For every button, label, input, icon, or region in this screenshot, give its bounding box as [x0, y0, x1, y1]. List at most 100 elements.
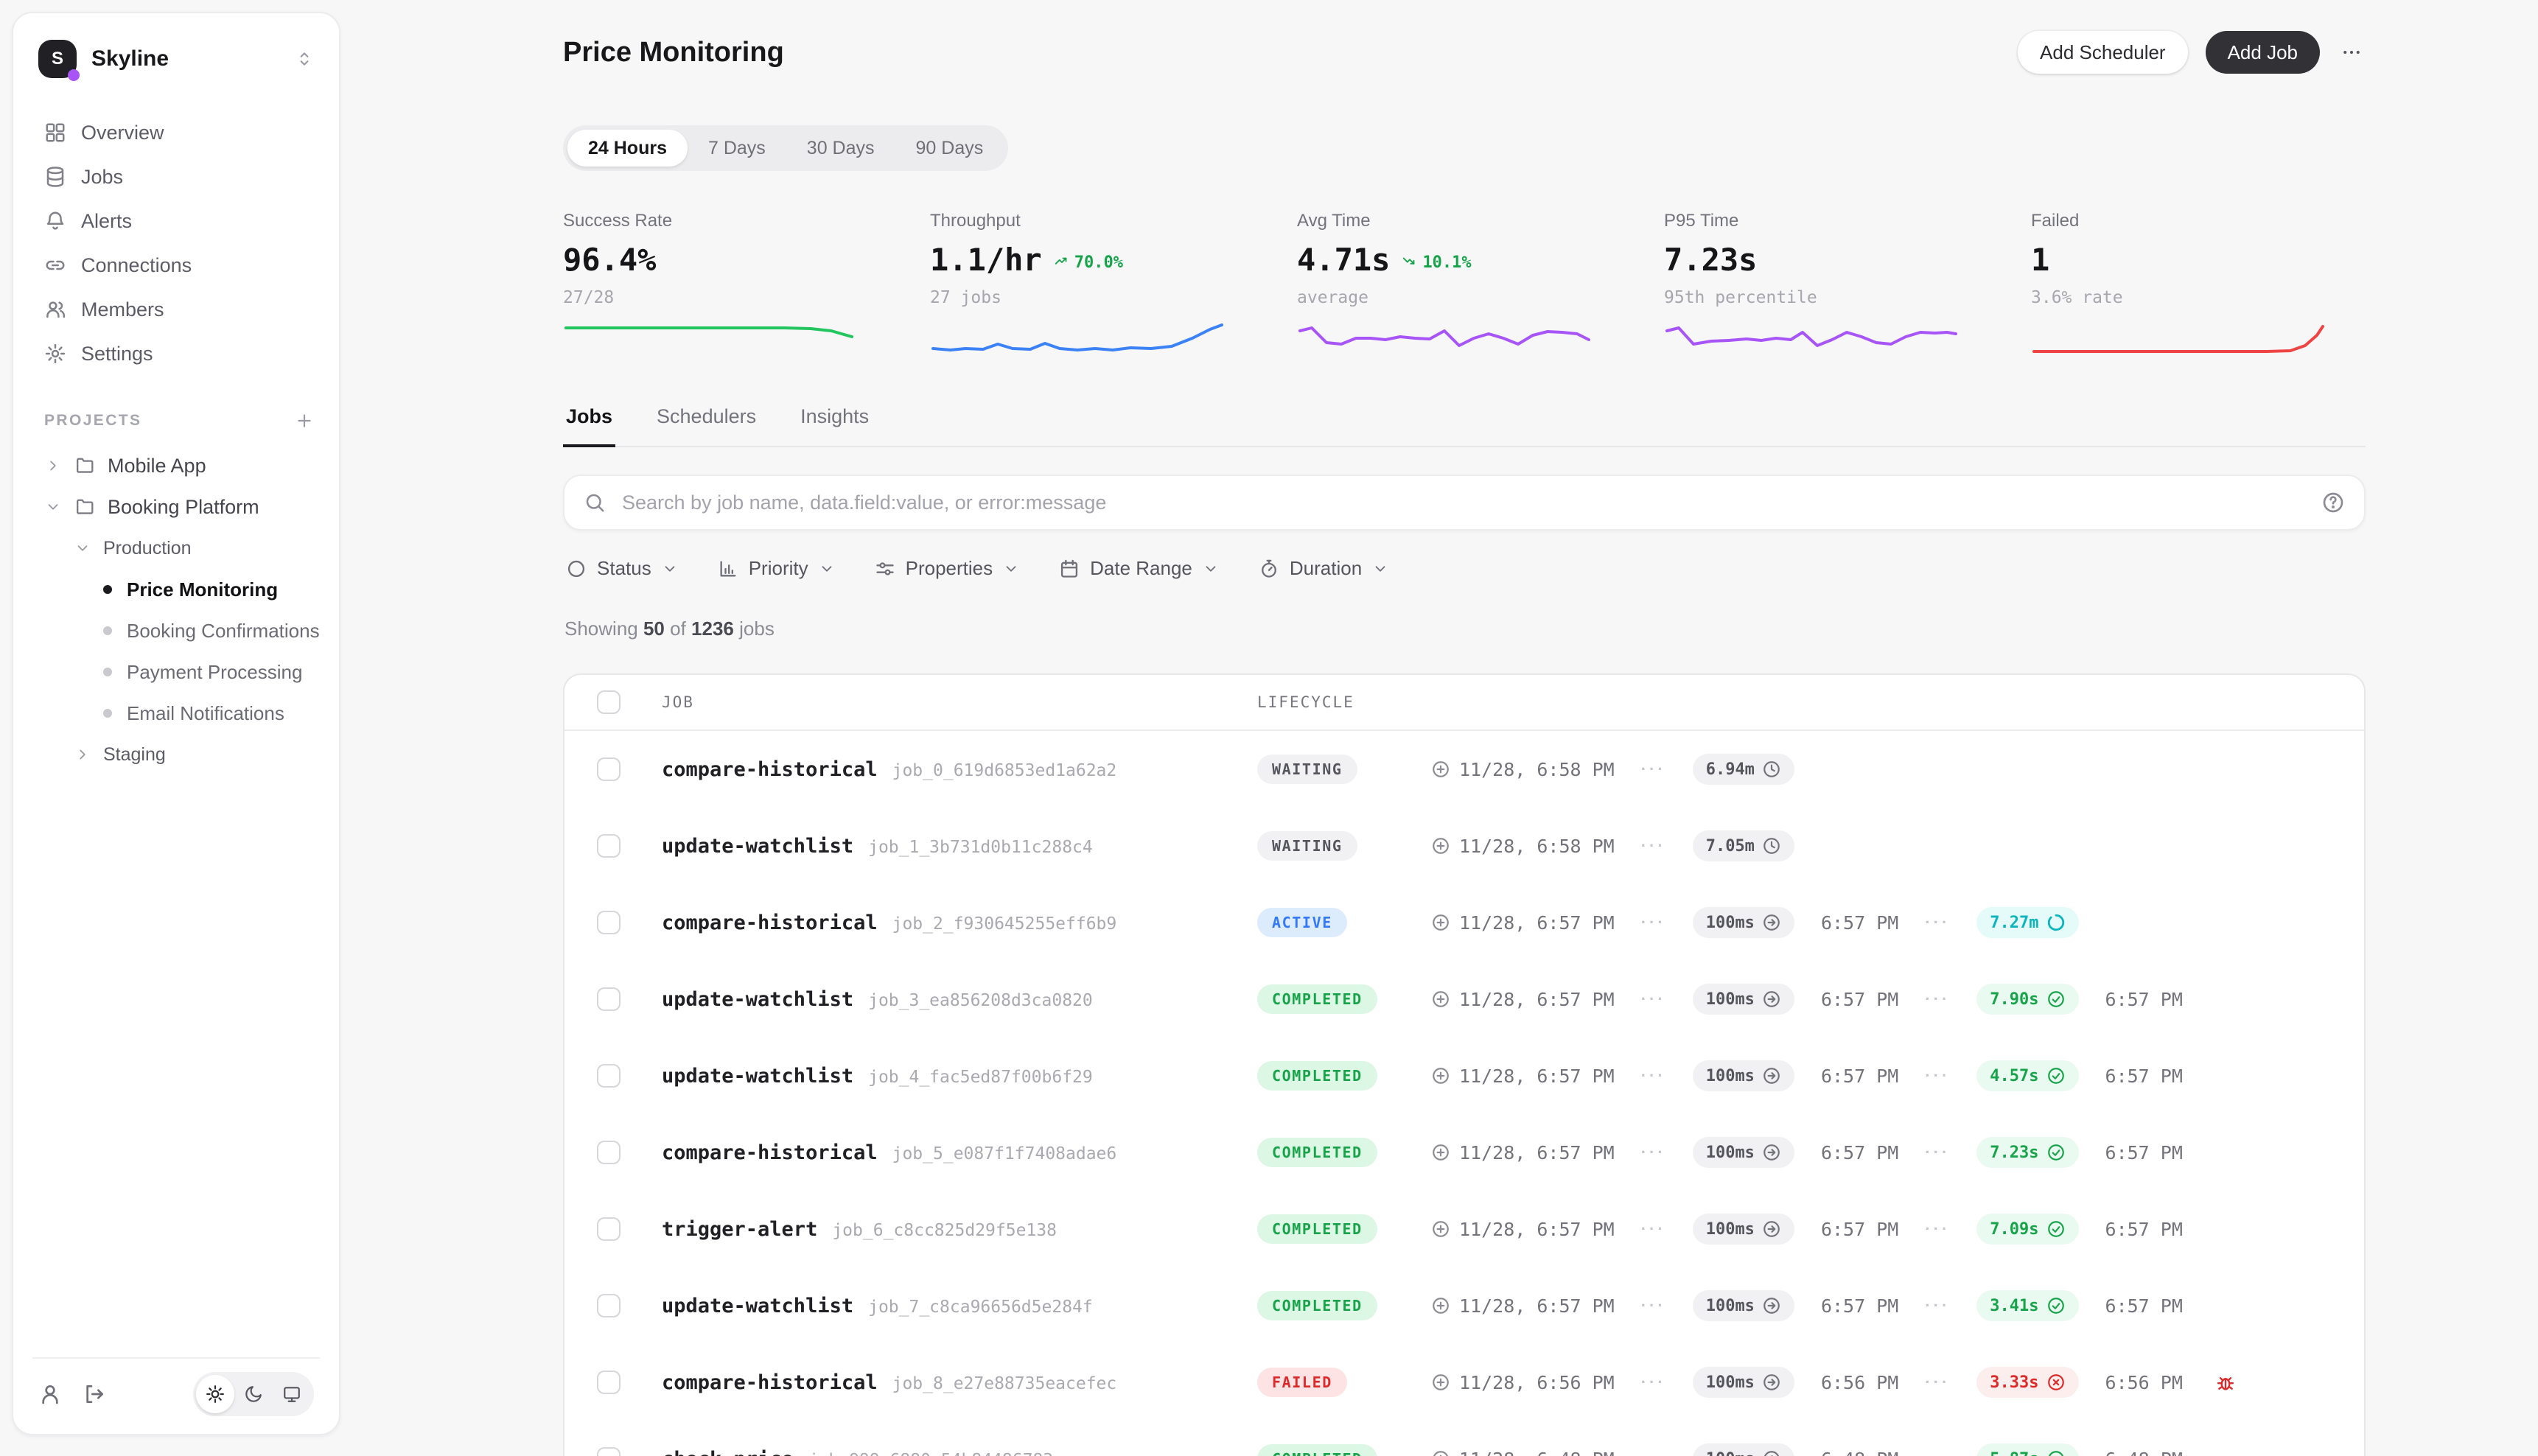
logout-icon[interactable]	[83, 1382, 106, 1406]
stat-subtext: 3.6% rate	[2031, 288, 2398, 307]
row-checkbox[interactable]	[597, 1064, 620, 1088]
link-icon	[44, 254, 66, 276]
job-name: update-watchlist	[662, 1295, 853, 1317]
stopwatch-icon	[1259, 559, 1279, 579]
row-checkbox[interactable]	[597, 911, 620, 934]
help-circle-icon[interactable]	[2321, 491, 2345, 514]
tab-jobs[interactable]: Jobs	[563, 396, 615, 447]
plus-circle-icon	[1431, 1296, 1450, 1315]
timestamp: 6:57 PM	[2105, 1219, 2183, 1240]
row-checkbox[interactable]	[597, 987, 620, 1011]
sidebar-item-jobs[interactable]: Jobs	[32, 155, 320, 199]
row-checkbox[interactable]	[597, 1217, 620, 1241]
bell-icon	[44, 210, 66, 232]
table-row[interactable]: update-watchlistjob_4_fac5ed87f00b6f29 C…	[564, 1037, 2364, 1114]
stat-subtext: 27 jobs	[930, 288, 1297, 307]
timestamp: 6:48 PM	[2105, 1449, 2183, 1456]
row-checkbox[interactable]	[597, 1371, 620, 1394]
filter-duration[interactable]: Duration	[1259, 557, 1388, 580]
user-icon[interactable]	[38, 1382, 62, 1406]
table-row[interactable]: update-watchlistjob_1_3b731d0b11c288c4 W…	[564, 808, 2364, 884]
table-row[interactable]: update-watchlistjob_3_ea856208d3ca0820 C…	[564, 961, 2364, 1037]
add-scheduler-button[interactable]: Add Scheduler	[2018, 31, 2188, 74]
lifecycle-cell: COMPLETED11/28, 6:48 PM···100ms6:48 PM··…	[1257, 1443, 2364, 1456]
database-icon	[44, 166, 66, 188]
row-checkbox[interactable]	[597, 834, 620, 858]
sidebar-item-connections[interactable]: Connections	[32, 243, 320, 287]
table-row[interactable]: compare-historicaljob_8_e27e88735eacefec…	[564, 1344, 2364, 1421]
table-row[interactable]: check-pricejob_999_6880c54b84486783 COMP…	[564, 1421, 2364, 1456]
filter-date-range[interactable]: Date Range	[1059, 557, 1219, 580]
sidebar-nav: Overview JobsAlertsConnectionsMembersSett…	[32, 111, 320, 376]
env-production[interactable]: Production	[32, 528, 320, 569]
sidebar-item-label: Overview	[81, 122, 164, 144]
service-payment-processing[interactable]: Payment Processing	[32, 651, 320, 693]
table-row[interactable]: update-watchlistjob_7_c8ca96656d5e284f C…	[564, 1267, 2364, 1344]
row-checkbox[interactable]	[597, 1294, 620, 1317]
table-row[interactable]: compare-historicaljob_5_e087f1f7408adae6…	[564, 1114, 2364, 1191]
sidebar-item-alerts[interactable]: Alerts	[32, 199, 320, 243]
time-range-24-hours[interactable]: 24 Hours	[567, 130, 688, 167]
timestamp: 6:57 PM	[1821, 989, 1898, 1010]
stat-success-rate: Success Rate 96.4% 27/28	[563, 211, 930, 356]
stat-subtext: average	[1297, 288, 1664, 307]
table-row[interactable]: compare-historicaljob_2_f930645255eff6b9…	[564, 884, 2364, 961]
trend-down-icon	[1402, 254, 1418, 270]
more-options-button[interactable]	[2338, 41, 2366, 63]
sidebar-item-settings[interactable]: Settings	[32, 332, 320, 376]
spinner-icon	[2046, 913, 2066, 932]
created-event: 11/28, 6:57 PM	[1431, 989, 1615, 1010]
workspace-switcher[interactable]: S Skyline	[32, 37, 320, 81]
theme-system-button[interactable]	[273, 1375, 311, 1413]
project-mobile-app[interactable]: Mobile App	[32, 445, 320, 486]
arrow-right-circle-icon	[1762, 1143, 1781, 1162]
add-job-button[interactable]: Add Job	[2206, 31, 2320, 74]
service-email-notifications[interactable]: Email Notifications	[32, 693, 320, 734]
project-booking-platform[interactable]: Booking Platform	[32, 486, 320, 528]
tab-insights[interactable]: Insights	[797, 396, 872, 447]
table-row[interactable]: compare-historicaljob_0_619d6853ed1a62a2…	[564, 731, 2364, 808]
env-staging[interactable]: Staging	[32, 734, 320, 775]
sidebar-item-overview[interactable]: Overview	[32, 111, 320, 155]
filter-priority[interactable]: Priority	[718, 557, 835, 580]
sidebar-item-members[interactable]: Members	[32, 287, 320, 332]
table-row[interactable]: trigger-alertjob_6_c8cc825d29f5e138 COMP…	[564, 1191, 2364, 1267]
service-booking-confirmations[interactable]: Booking Confirmations	[32, 610, 320, 651]
time-range-90-days[interactable]: 90 Days	[895, 130, 1004, 167]
filter-status[interactable]: Status	[566, 557, 678, 580]
created-event: 11/28, 6:56 PM	[1431, 1372, 1615, 1393]
duration-pill: 7.05m	[1693, 830, 1794, 861]
theme-dark-button[interactable]	[234, 1375, 273, 1413]
check-circle-icon	[2046, 1296, 2066, 1315]
lifecycle-separator: ···	[1641, 990, 1666, 1009]
time-range-30-days[interactable]: 30 Days	[786, 130, 895, 167]
column-header-lifecycle: LIFECYCLE	[1257, 693, 1354, 711]
arrow-right-circle-icon	[1762, 913, 1781, 932]
duration-pill: 7.09s	[1976, 1214, 2078, 1245]
duration-pill: 6.94m	[1693, 754, 1794, 785]
service-price-monitoring[interactable]: Price Monitoring	[32, 569, 320, 610]
row-checkbox[interactable]	[597, 1447, 620, 1456]
search-input[interactable]	[619, 490, 2308, 516]
select-all-checkbox[interactable]	[597, 690, 620, 714]
tab-schedulers[interactable]: Schedulers	[654, 396, 759, 447]
job-id: job_3_ea856208d3ca0820	[868, 991, 1093, 1010]
duration-pill: 4.57s	[1976, 1060, 2078, 1091]
lifecycle-separator: ···	[1925, 1066, 1950, 1085]
filter-bar: Status Priority Properties Date Range Durati…	[566, 557, 1388, 580]
theme-light-button[interactable]	[196, 1375, 234, 1413]
section-tabs: Jobs Schedulers Insights	[563, 396, 2366, 447]
row-checkbox[interactable]	[597, 757, 620, 781]
filter-properties[interactable]: Properties	[875, 557, 1020, 580]
job-id: job_5_e087f1f7408adae6	[892, 1144, 1117, 1163]
stat-label: Throughput	[930, 211, 1297, 231]
job-name: update-watchlist	[662, 835, 853, 858]
lifecycle-separator: ···	[1641, 913, 1666, 932]
lifecycle-separator: ···	[1641, 1373, 1666, 1392]
created-event: 11/28, 6:58 PM	[1431, 836, 1615, 857]
add-project-button[interactable]	[295, 411, 314, 430]
row-checkbox[interactable]	[597, 1141, 620, 1164]
time-range-7-days[interactable]: 7 Days	[688, 130, 786, 167]
duration-pill: 7.27m	[1976, 907, 2078, 938]
plus-circle-icon	[1431, 913, 1450, 932]
